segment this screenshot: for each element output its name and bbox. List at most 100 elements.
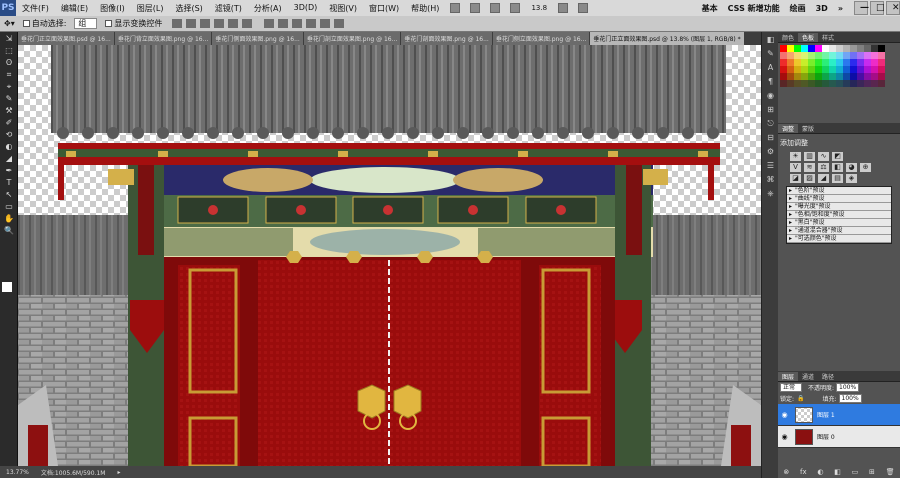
- mixer-icon[interactable]: ⊕: [860, 163, 871, 172]
- color-swatch[interactable]: [836, 66, 843, 73]
- layer-row[interactable]: ◉ 图层 0: [778, 426, 900, 448]
- levels-icon[interactable]: ▥: [804, 152, 815, 161]
- color-swatch[interactable]: [864, 59, 871, 66]
- opacity-field[interactable]: 100%: [836, 383, 860, 392]
- transform-controls-option[interactable]: 显示变换控件: [105, 18, 162, 29]
- color-swatch[interactable]: [815, 80, 822, 87]
- tool-icon[interactable]: ✒: [2, 165, 16, 176]
- zoom-level[interactable]: 13.8: [531, 4, 547, 12]
- color-swatch[interactable]: [787, 45, 794, 52]
- color-swatch[interactable]: [878, 80, 885, 87]
- menu-item[interactable]: 文件(F): [16, 3, 55, 14]
- color-swatch[interactable]: [878, 59, 885, 66]
- panel-toggle-icon[interactable]: ✎: [764, 49, 777, 60]
- color-swatch[interactable]: [815, 73, 822, 80]
- distribute-right-icon[interactable]: [334, 19, 345, 28]
- panel-toggle-icon[interactable]: ☰: [764, 161, 777, 172]
- color-swatch[interactable]: [843, 45, 850, 52]
- color-swatch[interactable]: [787, 59, 794, 66]
- workspace-css[interactable]: CSS 新增功能: [723, 3, 785, 14]
- align-right-icon[interactable]: [242, 19, 253, 28]
- color-swatch[interactable]: [878, 73, 885, 80]
- status-zoom[interactable]: 13.77%: [6, 469, 29, 476]
- align-top-icon[interactable]: [172, 19, 183, 28]
- menu-item[interactable]: 视图(V): [323, 3, 363, 14]
- color-swatch[interactable]: [829, 73, 836, 80]
- panel-toggle-icon[interactable]: ◉: [764, 91, 777, 102]
- color-swatch[interactable]: [829, 66, 836, 73]
- color-swatch[interactable]: [864, 66, 871, 73]
- panel-toggle-icon[interactable]: ⊟: [764, 133, 777, 144]
- document-tab[interactable]: 垂花门正立面效果图.psd @ 16...: [18, 32, 114, 45]
- visibility-eye-icon[interactable]: ◉: [778, 411, 791, 419]
- tool-icon[interactable]: ✋: [2, 213, 16, 224]
- tool-icon[interactable]: 🔍: [2, 225, 16, 236]
- color-swatch[interactable]: [808, 45, 815, 52]
- close-button[interactable]: ✕: [886, 1, 900, 15]
- maximize-button[interactable]: □: [870, 1, 885, 15]
- gradientmap-icon[interactable]: ▤: [832, 174, 843, 183]
- menu-item[interactable]: 窗口(W): [363, 3, 405, 14]
- color-swatch[interactable]: [864, 73, 871, 80]
- document-tab[interactable]: 垂花门侧立面效果图.png @ 16...: [492, 32, 590, 45]
- color-swatch[interactable]: [808, 73, 815, 80]
- panel-toggle-icon[interactable]: ⎋: [764, 119, 777, 130]
- color-swatch[interactable]: [801, 73, 808, 80]
- color-swatch[interactable]: [836, 80, 843, 87]
- auto-select-dropdown[interactable]: 组: [74, 18, 98, 29]
- color-swatch[interactable]: [815, 66, 822, 73]
- transform-checkbox[interactable]: [105, 20, 113, 27]
- tool-icon[interactable]: ⚒: [2, 105, 16, 116]
- panel-toggle-icon[interactable]: ¶: [764, 77, 777, 88]
- color-swatch[interactable]: [829, 59, 836, 66]
- preset-item[interactable]: "色阶"预设: [787, 187, 891, 195]
- invert-icon[interactable]: ◪: [790, 174, 801, 183]
- color-swatch[interactable]: [871, 66, 878, 73]
- workspace-painting[interactable]: 绘画: [785, 3, 811, 14]
- hue-icon[interactable]: ≋: [804, 163, 815, 172]
- document-canvas[interactable]: [18, 45, 761, 466]
- panel-toggle-icon[interactable]: ⎈: [764, 189, 777, 200]
- color-swatch[interactable]: [850, 73, 857, 80]
- color-swatch[interactable]: [843, 73, 850, 80]
- tab-swatches[interactable]: 色板: [798, 32, 819, 42]
- tab-styles[interactable]: 样式: [818, 33, 838, 42]
- menu-item[interactable]: 分析(A): [248, 3, 288, 14]
- tab-adjustments[interactable]: 调整: [778, 123, 799, 133]
- bridge-icon[interactable]: [450, 3, 461, 13]
- menu-item[interactable]: 帮助(H): [405, 3, 445, 14]
- color-swatch[interactable]: [808, 52, 815, 59]
- color-swatch[interactable]: [850, 59, 857, 66]
- preset-item[interactable]: "可选颜色"预设: [787, 235, 891, 243]
- color-swatch[interactable]: [815, 59, 822, 66]
- tool-icon[interactable]: ʘ: [2, 57, 16, 68]
- preset-item[interactable]: "曲线"预设: [787, 195, 891, 203]
- layer-footer-icon[interactable]: 🗑: [886, 468, 895, 476]
- document-tab[interactable]: 垂花门正立面效果图.psd @ 13.8% (图层 1, RGB/8) *: [590, 32, 744, 45]
- color-swatch[interactable]: [780, 73, 787, 80]
- color-swatch[interactable]: [801, 80, 808, 87]
- color-swatch[interactable]: [857, 80, 864, 87]
- color-swatch[interactable]: [822, 59, 829, 66]
- color-swatch[interactable]: [878, 45, 885, 52]
- layer-footer-icon[interactable]: ▭: [852, 468, 859, 476]
- panel-toggle-icon[interactable]: ⚙: [764, 147, 777, 158]
- color-swatch[interactable]: [822, 73, 829, 80]
- distribute-center-icon[interactable]: [320, 19, 331, 28]
- color-swatch[interactable]: [836, 52, 843, 59]
- color-swatch[interactable]: [808, 66, 815, 73]
- tab-channels[interactable]: 通道: [798, 372, 818, 381]
- layer-row[interactable]: ◉ 图层 1: [778, 404, 900, 426]
- color-swatch[interactable]: [780, 80, 787, 87]
- bw-icon[interactable]: ◧: [832, 163, 843, 172]
- panel-toggle-icon[interactable]: ⊞: [764, 105, 777, 116]
- color-swatch[interactable]: [857, 66, 864, 73]
- color-swatch[interactable]: [815, 45, 822, 52]
- color-swatch[interactable]: [871, 80, 878, 87]
- color-swatch[interactable]: [780, 45, 787, 52]
- color-swatch[interactable]: [794, 59, 801, 66]
- vibrance-icon[interactable]: V: [790, 163, 801, 172]
- workspace-more-icon[interactable]: »: [833, 4, 848, 13]
- color-swatch[interactable]: [829, 45, 836, 52]
- tool-icon[interactable]: ◐: [2, 141, 16, 152]
